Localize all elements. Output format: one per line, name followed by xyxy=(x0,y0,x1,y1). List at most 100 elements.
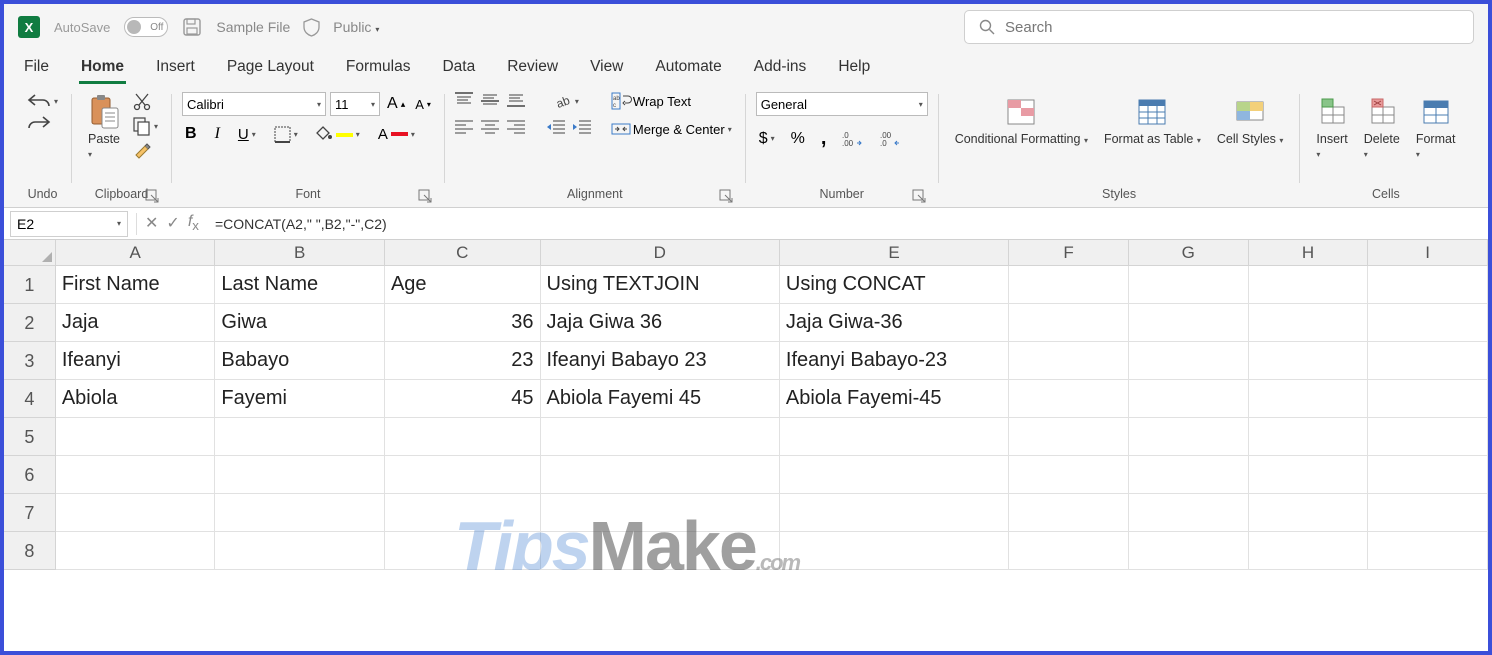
wrap-text-button[interactable]: abcWrap Text xyxy=(609,92,735,110)
paste-button[interactable]: Paste▾ xyxy=(82,92,126,162)
tab-page-layout[interactable]: Page Layout xyxy=(225,56,316,84)
cell[interactable] xyxy=(215,532,385,570)
orientation-button[interactable]: ab▾ xyxy=(551,92,582,110)
cell[interactable] xyxy=(1368,418,1488,456)
cell[interactable] xyxy=(1368,304,1488,342)
column-header[interactable]: H xyxy=(1249,240,1369,266)
row-header[interactable]: 1 xyxy=(4,266,56,304)
row-header[interactable]: 8 xyxy=(4,532,56,570)
cell[interactable]: Jaja Giwa-36 xyxy=(780,304,1009,342)
cell[interactable]: Ifeanyi Babayo-23 xyxy=(780,342,1009,380)
cell[interactable] xyxy=(1249,494,1369,532)
cell[interactable] xyxy=(1009,532,1129,570)
tab-review[interactable]: Review xyxy=(505,56,560,84)
cell[interactable] xyxy=(780,418,1009,456)
cell[interactable] xyxy=(1129,418,1249,456)
file-name[interactable]: Sample File xyxy=(216,19,290,35)
comma-button[interactable]: , xyxy=(818,126,830,151)
cell[interactable] xyxy=(56,418,216,456)
column-header[interactable]: C xyxy=(385,240,541,266)
column-header[interactable]: A xyxy=(56,240,216,266)
cell[interactable] xyxy=(1249,266,1369,304)
cell[interactable]: Using TEXTJOIN xyxy=(541,266,780,304)
row-header[interactable]: 4 xyxy=(4,380,56,418)
tab-data[interactable]: Data xyxy=(440,56,477,84)
column-header[interactable]: B xyxy=(215,240,385,266)
undo-button[interactable]: ▾ xyxy=(24,92,61,110)
cell[interactable] xyxy=(1249,304,1369,342)
cell[interactable] xyxy=(385,456,541,494)
cell[interactable] xyxy=(780,532,1009,570)
currency-button[interactable]: $ ▾ xyxy=(756,129,778,149)
cell[interactable] xyxy=(1368,494,1488,532)
cell[interactable] xyxy=(541,418,780,456)
cell[interactable] xyxy=(1249,532,1369,570)
cell[interactable] xyxy=(1129,266,1249,304)
copy-button[interactable]: ▾ xyxy=(130,116,161,136)
tab-add-ins[interactable]: Add-ins xyxy=(752,56,809,84)
increase-decimal-button[interactable]: .0.00 xyxy=(839,130,867,148)
cell[interactable] xyxy=(541,532,780,570)
column-header[interactable]: D xyxy=(541,240,780,266)
cell[interactable] xyxy=(1009,418,1129,456)
row-header[interactable]: 2 xyxy=(4,304,56,342)
decrease-decimal-button[interactable]: .00.0 xyxy=(877,130,905,148)
decrease-indent-button[interactable] xyxy=(547,120,565,134)
format-as-table-button[interactable]: Format as Table ▾ xyxy=(1098,92,1207,148)
tab-file[interactable]: File xyxy=(22,56,51,84)
cell[interactable]: Age xyxy=(385,266,541,304)
save-icon[interactable] xyxy=(182,17,202,37)
cell[interactable] xyxy=(1129,342,1249,380)
cell[interactable] xyxy=(780,456,1009,494)
align-bottom-button[interactable] xyxy=(507,92,525,108)
cell[interactable] xyxy=(215,494,385,532)
cell[interactable]: First Name xyxy=(56,266,216,304)
cell[interactable] xyxy=(1009,304,1129,342)
row-header[interactable]: 6 xyxy=(4,456,56,494)
cell[interactable] xyxy=(56,494,216,532)
format-painter-button[interactable] xyxy=(130,140,161,160)
cell[interactable]: Fayemi xyxy=(215,380,385,418)
align-center-button[interactable] xyxy=(481,120,499,134)
font-size-select[interactable]: 11▾ xyxy=(330,92,380,116)
cell[interactable] xyxy=(541,494,780,532)
cell[interactable] xyxy=(1249,380,1369,418)
tab-insert[interactable]: Insert xyxy=(154,56,197,84)
cell[interactable] xyxy=(1129,494,1249,532)
cell[interactable] xyxy=(1249,418,1369,456)
column-header[interactable]: E xyxy=(780,240,1009,266)
merge-center-button[interactable]: Merge & Center ▾ xyxy=(609,120,735,138)
conditional-formatting-button[interactable]: Conditional Formatting ▾ xyxy=(949,92,1094,148)
align-top-button[interactable] xyxy=(455,92,473,108)
insert-cells-button[interactable]: Insert▾ xyxy=(1310,92,1353,162)
row-header[interactable]: 7 xyxy=(4,494,56,532)
cell[interactable] xyxy=(1249,342,1369,380)
cell[interactable] xyxy=(1368,456,1488,494)
cell[interactable] xyxy=(1368,532,1488,570)
cell[interactable] xyxy=(1009,380,1129,418)
cell[interactable] xyxy=(1009,266,1129,304)
cell[interactable]: Abiola Fayemi 45 xyxy=(541,380,780,418)
cell[interactable] xyxy=(1009,456,1129,494)
select-all-corner[interactable] xyxy=(4,240,56,266)
dialog-launcher-icon[interactable] xyxy=(419,190,432,203)
cell[interactable]: Jaja xyxy=(56,304,216,342)
cell[interactable]: Babayo xyxy=(215,342,385,380)
column-header[interactable]: I xyxy=(1368,240,1488,266)
fill-color-button[interactable]: ▾ xyxy=(313,124,363,144)
dialog-launcher-icon[interactable] xyxy=(146,190,159,203)
cell[interactable] xyxy=(1249,456,1369,494)
cell[interactable] xyxy=(1009,494,1129,532)
row-header[interactable]: 3 xyxy=(4,342,56,380)
name-box[interactable]: E2▾ xyxy=(10,211,128,237)
cell[interactable] xyxy=(56,456,216,494)
font-color-button[interactable]: A▾ xyxy=(375,124,418,144)
cancel-formula-icon[interactable]: ✕ xyxy=(145,213,158,233)
cell[interactable] xyxy=(56,532,216,570)
tab-home[interactable]: Home xyxy=(79,56,126,84)
privacy-label[interactable]: Public ▾ xyxy=(333,19,379,35)
autosave-toggle[interactable]: Off xyxy=(124,17,168,37)
borders-button[interactable]: ▾ xyxy=(271,124,301,144)
cell[interactable]: 45 xyxy=(385,380,541,418)
align-right-button[interactable] xyxy=(507,120,525,134)
